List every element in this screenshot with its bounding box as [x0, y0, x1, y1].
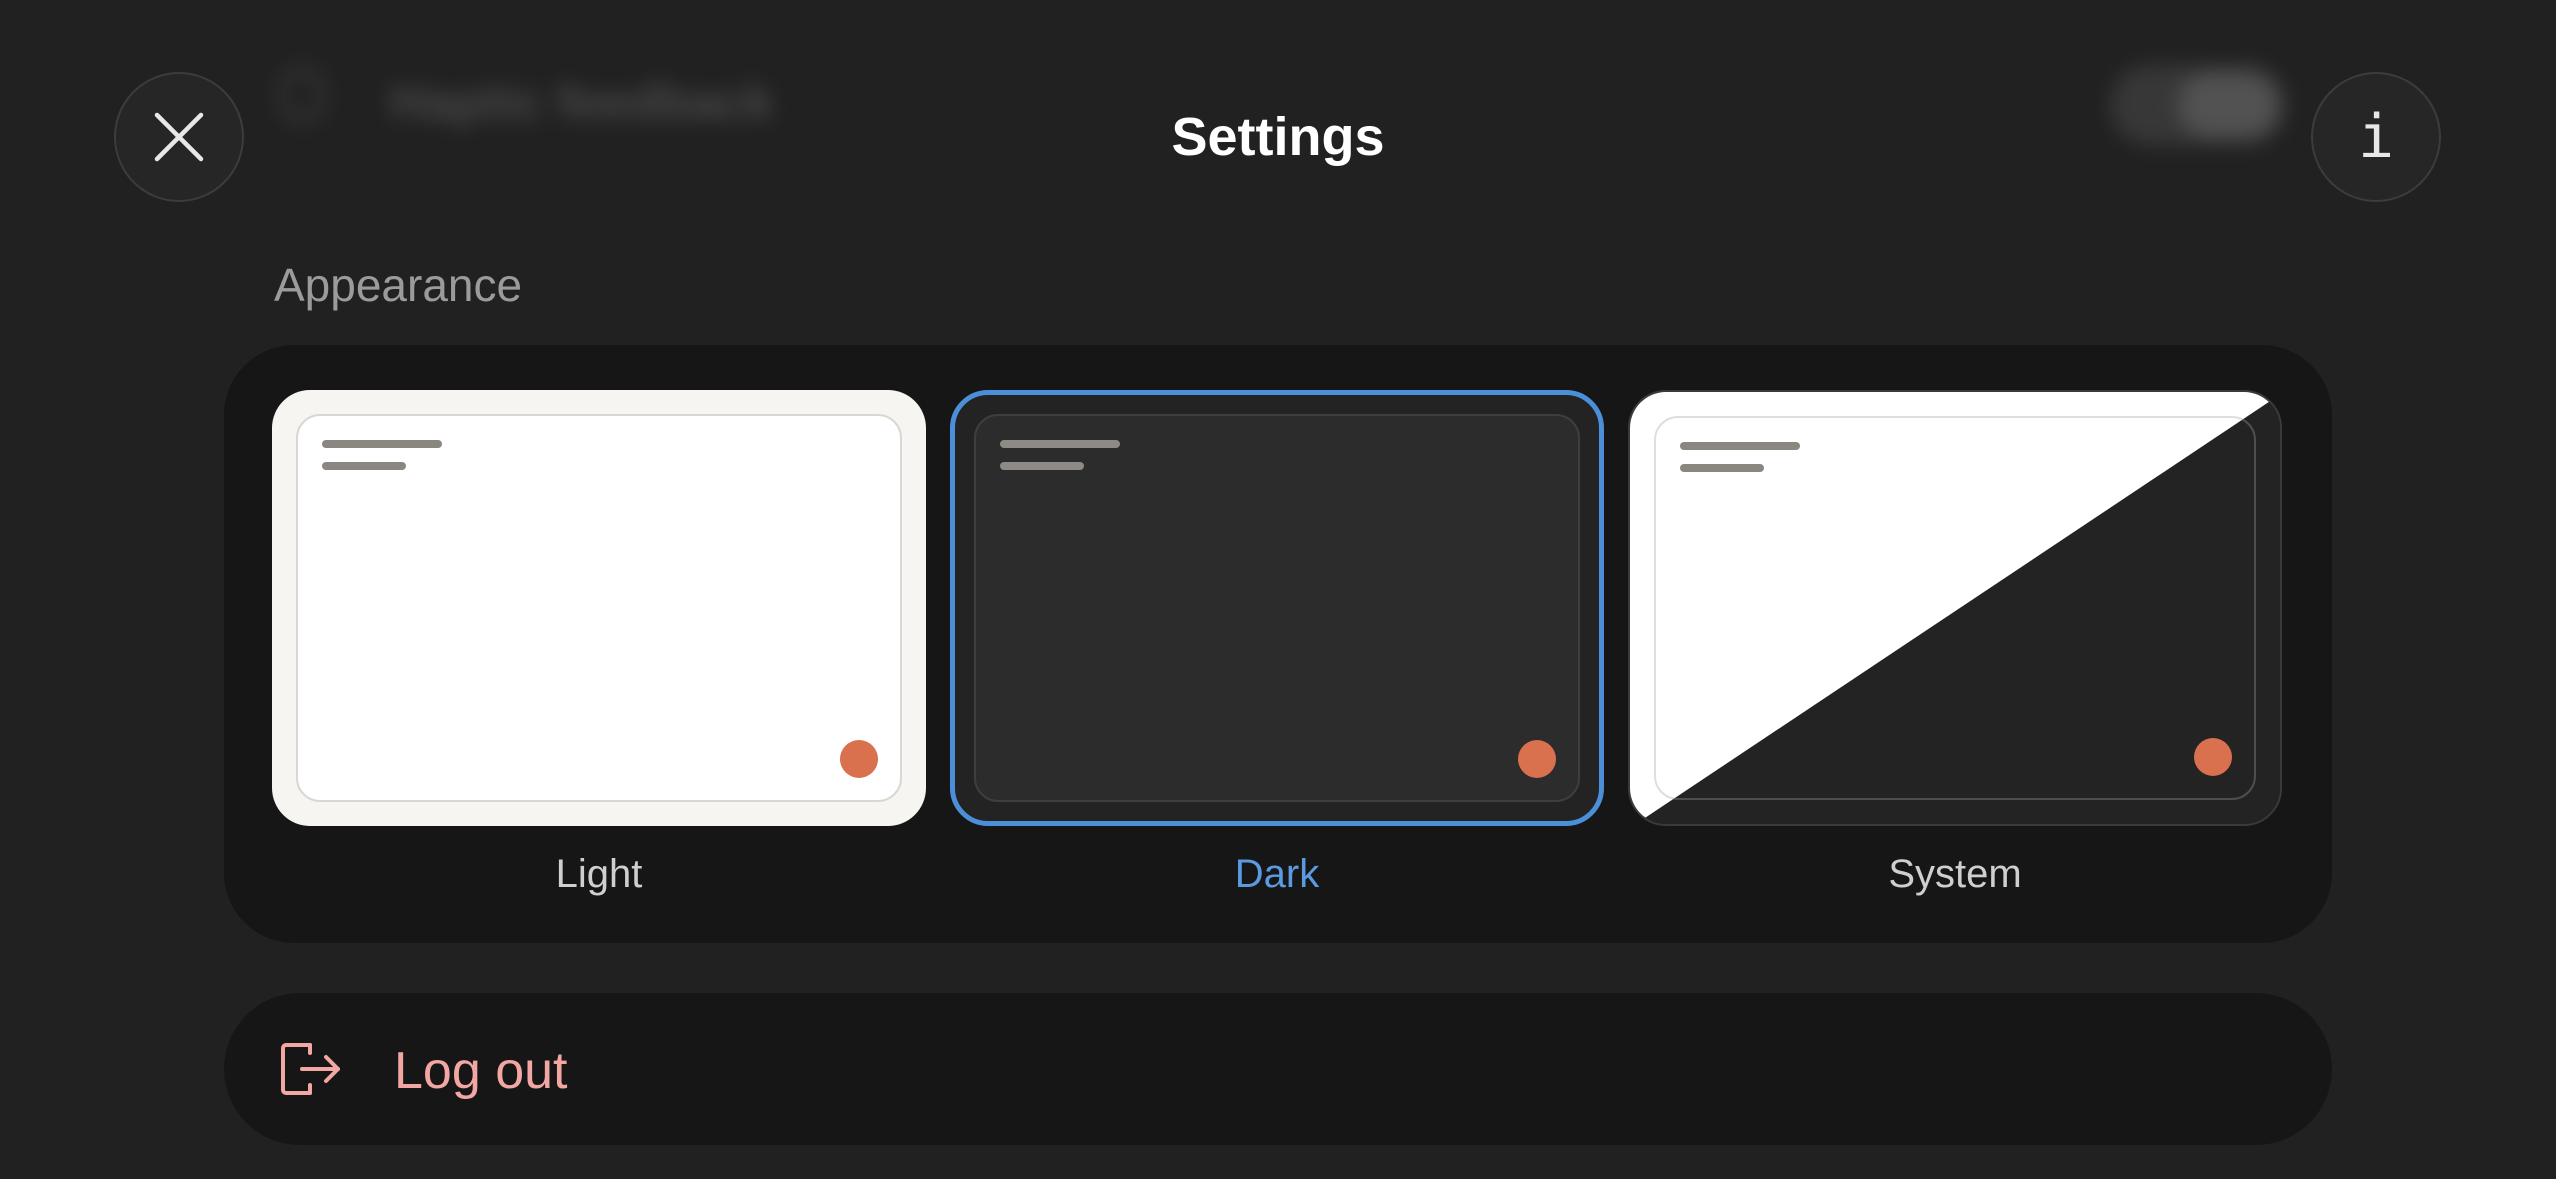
preview-text-line — [322, 462, 406, 470]
theme-label-system: System — [1888, 852, 2022, 896]
theme-label-light: Light — [555, 852, 643, 896]
appearance-card: Light Dark System — [224, 345, 2332, 943]
preview-accent-dot — [1518, 740, 1556, 778]
dark-theme-preview — [950, 390, 1604, 826]
preview-text-line — [1680, 464, 1764, 472]
preview-window — [1654, 416, 2256, 800]
preview-accent-dot — [840, 740, 878, 778]
theme-option-dark[interactable]: Dark — [950, 390, 1604, 897]
system-theme-preview — [1628, 390, 2282, 826]
settings-screen: Haptic feedback Settings i Appearance Li… — [0, 0, 2556, 1179]
preview-window — [974, 414, 1580, 802]
logout-icon — [281, 1043, 340, 1095]
preview-window — [296, 414, 902, 802]
preview-text-line — [1000, 440, 1120, 448]
light-theme-preview — [272, 390, 926, 826]
preview-text-line — [322, 440, 442, 448]
theme-option-light[interactable]: Light — [272, 390, 926, 897]
info-icon: i — [2357, 102, 2395, 172]
info-button[interactable]: i — [2311, 72, 2441, 202]
preview-text-line — [1680, 442, 1800, 450]
page-title: Settings — [1171, 107, 1385, 167]
logout-button[interactable]: Log out — [224, 993, 2332, 1145]
preview-accent-dot — [2194, 738, 2232, 776]
theme-option-system[interactable]: System — [1628, 390, 2282, 897]
theme-label-dark: Dark — [1234, 852, 1320, 896]
preview-text-line — [1000, 462, 1084, 470]
appearance-section-title: Appearance — [274, 259, 523, 311]
logout-label: Log out — [394, 1042, 568, 1100]
